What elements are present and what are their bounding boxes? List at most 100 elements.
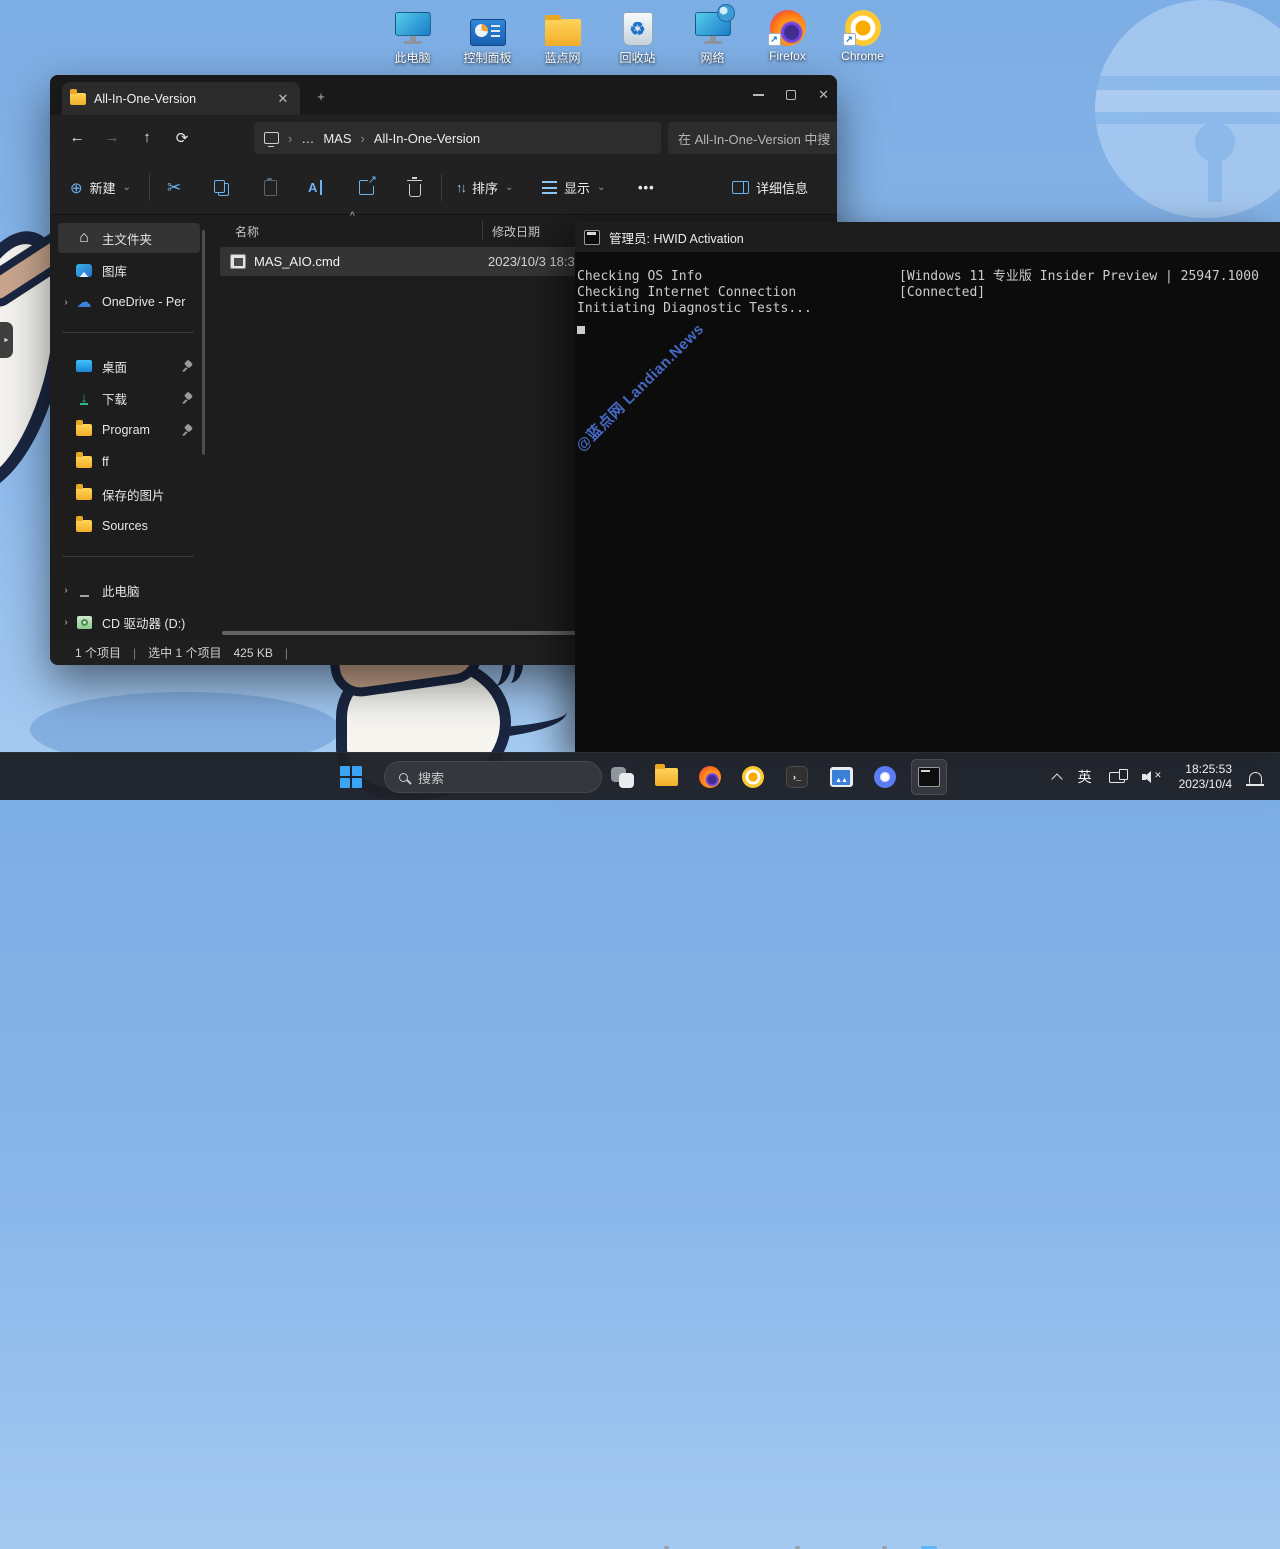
this-pc-icon [76,583,93,597]
pin-icon [183,392,194,404]
back-icon[interactable]: ← [69,129,85,146]
pin-icon [183,360,194,372]
tab-close-icon[interactable]: ✕ [274,91,292,107]
ime-indicator[interactable]: 英 [1078,767,1092,787]
desktop-icon-label: Firefox [769,49,806,63]
volume-muted-icon[interactable]: ✕ [1142,770,1162,784]
expand-chevron-icon[interactable]: › [58,585,74,596]
desktop-icon-firefox[interactable]: ↗ Firefox [750,6,825,66]
up-icon[interactable]: ↑ [139,129,155,146]
close-button[interactable]: ✕ [818,87,829,103]
rename-button[interactable]: A [308,160,322,215]
sidebar-scrollbar[interactable] [202,230,205,455]
firefox-icon: ↗ [770,10,806,46]
desktop-icon-landian-folder[interactable]: 蓝点网 [525,6,600,66]
taskbar-terminal[interactable]: ›_ [785,765,809,789]
wallpaper-bell-art [1095,0,1280,218]
see-more-button[interactable]: ••• [638,160,655,215]
task-view-button[interactable] [610,765,634,789]
desktop-icon-control-panel[interactable]: 控制面板 [450,6,525,66]
chevron-down-icon: ⌄ [505,182,513,193]
taskbar-search[interactable]: 搜索 [384,761,602,793]
explorer-icon [655,768,678,786]
sidebar-item-cd-drive[interactable]: › CD 驱动器 (D:) [58,607,200,637]
sidebar-item-gallery[interactable]: 图库 [58,255,200,285]
chevron-down-icon: ⌄ [597,182,605,193]
pin-icon [183,424,194,436]
forward-icon[interactable]: → [104,129,120,146]
selection-size: 425 KB [233,646,272,660]
details-pane-button[interactable]: 详细信息 [732,160,808,215]
terminal-icon: ›_ [786,766,808,788]
new-button[interactable]: ⊕ 新建 ⌄ [70,160,131,215]
cut-icon: ✂ [167,178,181,198]
console-cursor [577,326,585,334]
explorer-tab[interactable]: All-In-One-Version ✕ [62,82,300,115]
taskbar-cmd-active[interactable] [911,759,947,795]
network-icon[interactable] [1109,772,1125,783]
desktop-icon-chrome[interactable]: ↗ Chrome [825,6,900,66]
cut-button[interactable]: ✂ [167,160,181,215]
hidden-icons-chevron[interactable] [1051,773,1062,784]
folder-icon [76,456,92,468]
console-line-left: Initiating Diagnostic Tests... [577,301,899,317]
expand-chevron-icon[interactable]: › [58,297,74,308]
cmd-icon [584,230,600,245]
clock[interactable]: 18:25:53 2023/10/4 [1179,762,1232,792]
breadcrumb[interactable]: › … MAS › All-In-One-Version [254,122,661,154]
copy-icon [214,180,229,196]
expand-chevron-icon[interactable]: › [58,617,74,628]
sidebar-item-onedrive[interactable]: › ☁ OneDrive - Per [58,287,200,317]
paste-button[interactable] [264,160,277,215]
gallery-icon [76,264,92,277]
sidebar-item-ff[interactable]: ff [58,447,200,477]
desktop-icon-network[interactable]: 网络 [675,6,750,66]
taskbar-file-explorer[interactable] [654,765,678,789]
sidebar-item-downloads[interactable]: ↓ 下载 [58,383,200,413]
desktop-icon-label: 控制面板 [463,49,511,66]
search-label: 搜索 [418,768,444,787]
desktop-icon-recycle-bin[interactable]: ♻ 回收站 [600,6,675,66]
console-line-left: Checking Internet Connection [577,285,899,301]
plus-circle-icon: ⊕ [70,179,83,197]
sidebar-item-desktop[interactable]: 桌面 [58,351,200,381]
refresh-icon[interactable]: ⟳ [174,129,190,147]
sidebar-item-this-pc[interactable]: › 此电脑 [58,575,200,605]
taskbar-blue-ring-app[interactable] [873,765,897,789]
breadcrumb-segment[interactable]: MAS [323,131,351,146]
taskbar-firefox[interactable] [698,765,722,789]
edge-flyout-handle[interactable]: ► [0,322,13,358]
ring-app-icon [874,766,896,788]
desktop-icon-label: 此电脑 [394,49,430,66]
sidebar-item-home[interactable]: ⌂ 主文件夹 [58,223,200,253]
navigation-pane: ⌂ 主文件夹 图库 › ☁ OneDrive - Per 桌面 ↓ 下载 Pro… [50,216,208,640]
copy-button[interactable] [214,160,229,215]
minimize-button[interactable] [753,94,764,96]
search-input[interactable]: 在 All-In-One-Version 中搜 [668,122,837,154]
column-name[interactable]: 名称 [235,223,259,240]
desktop-icons: 此电脑 控制面板 蓝点网 ♻ 回收站 网络 ↗ Firefox ↗ Chrome [375,6,900,66]
console-title-bar[interactable]: 管理员: HWID Activation [575,222,1280,252]
new-tab-button[interactable]: + [312,89,330,104]
taskbar-chrome[interactable] [741,765,765,789]
column-date-modified[interactable]: 修改日期 [492,223,540,240]
sidebar-item-sources[interactable]: Sources [58,511,200,541]
share-button[interactable]: ↗ [359,160,374,215]
sort-button[interactable]: ↑↓ 排序 ⌄ [456,160,513,215]
start-button[interactable] [340,753,362,801]
sort-ascending-icon: ^ [350,211,355,222]
notifications-bell-icon[interactable] [1249,772,1262,784]
sidebar-item-saved-pictures[interactable]: 保存的图片 [58,479,200,509]
desktop-icon-this-pc[interactable]: 此电脑 [375,6,450,66]
breadcrumb-ellipsis[interactable]: … [301,131,314,146]
paste-icon [264,180,277,196]
view-button[interactable]: 显示 ⌄ [542,160,605,215]
taskbar-monitor-app[interactable]: ▲▲ [829,765,853,789]
monitor-app-icon: ▲▲ [830,767,853,787]
breadcrumb-segment[interactable]: All-In-One-Version [374,131,480,146]
desktop-icon-label: Chrome [841,49,884,63]
sidebar-item-program[interactable]: Program [58,415,200,445]
delete-button[interactable] [409,160,421,215]
items-count: 1 个项目 [75,644,121,661]
maximize-button[interactable] [786,90,796,100]
